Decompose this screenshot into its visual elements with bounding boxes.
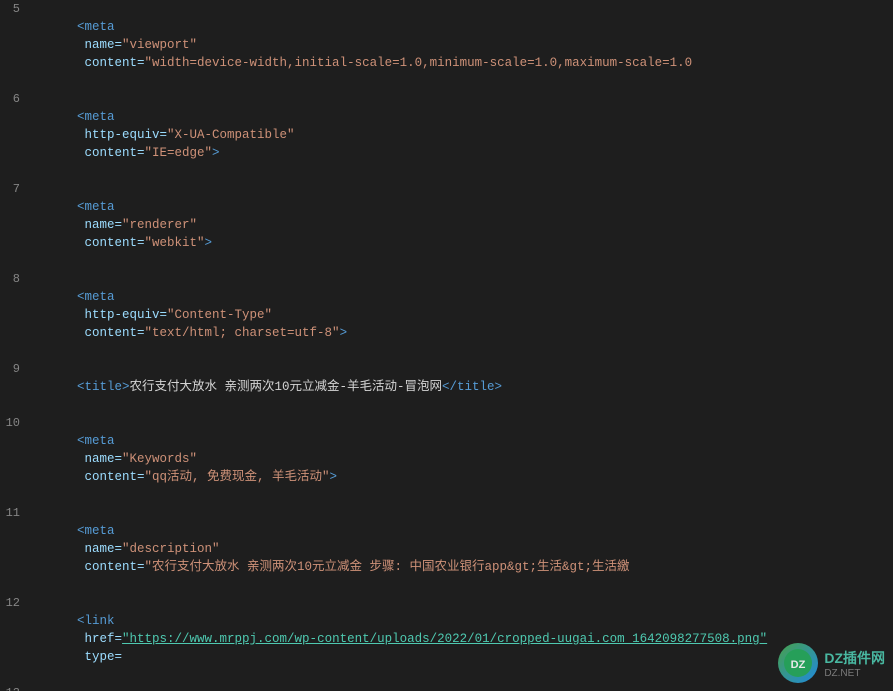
watermark: DZ DZ插件网 DZ.NET xyxy=(778,643,885,683)
watermark-subtitle: DZ.NET xyxy=(824,668,860,679)
code-line-10: 10 <meta name="Keywords" content="qq活动, … xyxy=(0,414,893,504)
code-line-7: 7 <meta name="renderer" content="webkit"… xyxy=(0,180,893,270)
code-line-9: 9 <title>农行支付大放水 亲测两次10元立减金-羊毛活动-冒泡网</ti… xyxy=(0,360,893,414)
watermark-logo: DZ xyxy=(778,643,818,683)
svg-text:DZ: DZ xyxy=(791,659,806,671)
code-viewer: 5 <meta name="viewport" content="width=d… xyxy=(0,0,893,691)
watermark-title: DZ插件网 xyxy=(824,648,885,668)
code-line-5: 5 <meta name="viewport" content="width=d… xyxy=(0,0,893,90)
watermark-text-block: DZ插件网 DZ.NET xyxy=(824,648,885,679)
dz-logo-icon: DZ xyxy=(784,649,812,677)
code-line-11: 11 <meta name="description" content="农行支… xyxy=(0,504,893,594)
code-line-8: 8 <meta http-equiv="Content-Type" conten… xyxy=(0,270,893,360)
code-line-12: 12 <link href="https://www.mrppj.com/wp-… xyxy=(0,594,893,684)
code-line-6: 6 <meta http-equiv="X-UA-Compatible" con… xyxy=(0,90,893,180)
code-line-13: 13 <link rel="stylesheet" href="https://… xyxy=(0,684,893,691)
